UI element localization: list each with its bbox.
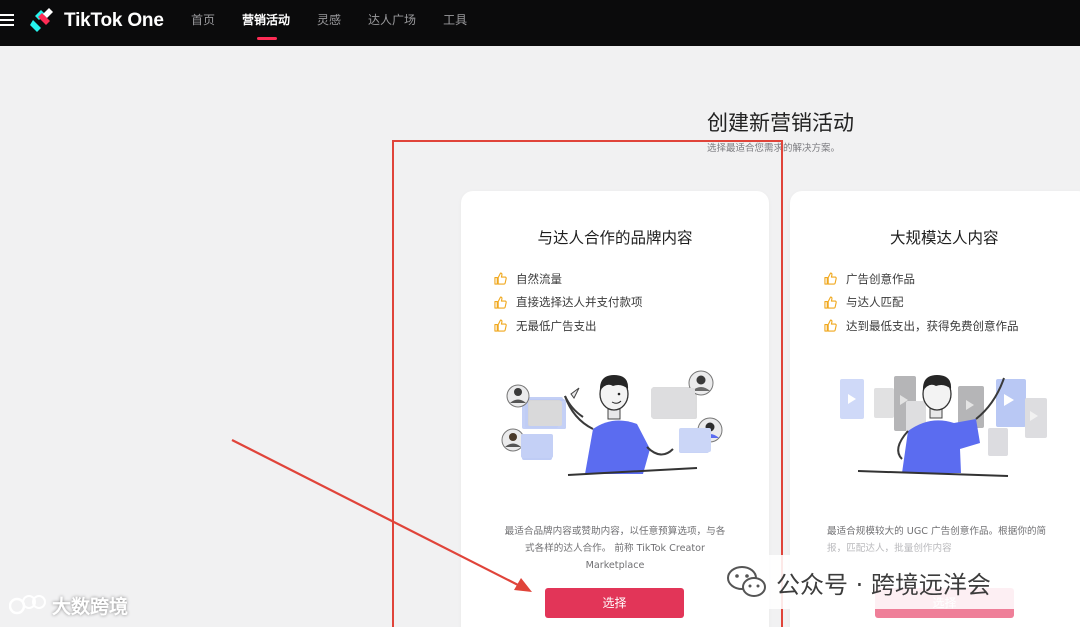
- top-nav-bar: TikTok One 首页 营销活动 灵感 达人广场 工具: [0, 0, 1080, 46]
- watermark-text: 公众号 · 跨境远洋会: [776, 570, 991, 599]
- description-line: 最适合品牌内容或赞助内容，以任意预算选项，与各: [504, 526, 726, 537]
- wechat-icon: [727, 566, 766, 597]
- description-line: 式各样的达人合作。 前称 TikTok Creator: [525, 543, 705, 554]
- description-line: Marketplace: [585, 560, 645, 571]
- main-nav: 首页 营销活动 灵感 达人广场 工具: [191, 0, 494, 46]
- card-description: 最适合规模较大的 UGC 广告创意作品。根据你的简 报，匹配达人，批量创作内容: [827, 523, 1067, 557]
- watermark-left: 大数跨境: [9, 592, 128, 619]
- creator-collaboration-illustration: [501, 370, 723, 476]
- logo-text: TikTok One: [64, 10, 164, 31]
- tiktok-logo-icon: [30, 8, 53, 32]
- menu-icon[interactable]: [0, 13, 16, 29]
- watermark-text: 大数跨境: [52, 596, 129, 618]
- brand-watermark-icon: [9, 594, 46, 614]
- nav-tools[interactable]: 工具: [443, 0, 467, 46]
- nav-inspiration[interactable]: 灵感: [317, 0, 341, 46]
- page-subtitle: 选择最适合您需求的解决方案。: [707, 143, 841, 154]
- watermark-right: 公众号 · 跨境远洋会: [714, 555, 1058, 609]
- ugc-content-illustration: [840, 375, 1047, 477]
- nav-home[interactable]: 首页: [191, 0, 215, 46]
- tiktok-one-logo[interactable]: TikTok One: [30, 6, 164, 36]
- select-button[interactable]: 选择: [545, 588, 684, 618]
- nav-campaigns[interactable]: 营销活动: [242, 0, 290, 46]
- card-description: 最适合品牌内容或赞助内容，以任意预算选项，与各 式各样的达人合作。 前称 Tik…: [489, 523, 741, 574]
- page-title: 创建新营销活动: [707, 111, 854, 135]
- description-line: 最适合规模较大的 UGC 广告创意作品。根据你的简: [827, 526, 1047, 537]
- nav-creator-marketplace[interactable]: 达人广场: [368, 0, 416, 46]
